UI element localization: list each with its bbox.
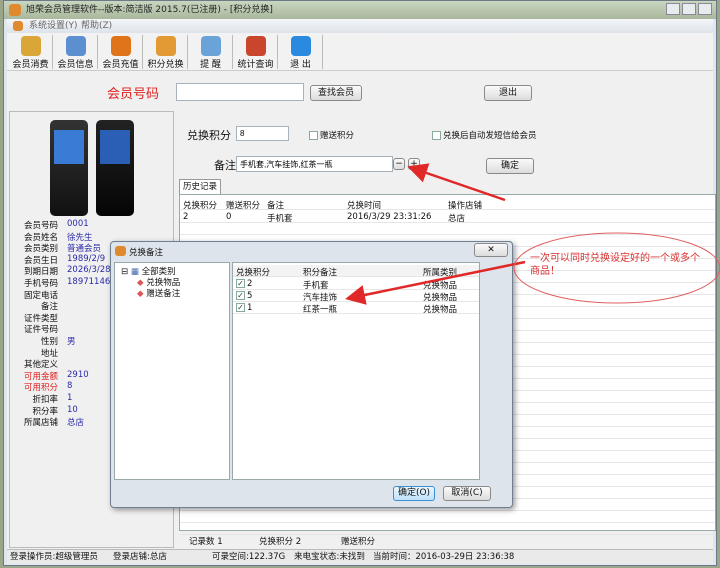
annotation-text: 一次可以同时兑换设定好的一个或多个商品！ bbox=[530, 253, 700, 277]
annotation-arrow bbox=[345, 260, 526, 305]
annotation-arrow bbox=[407, 163, 506, 202]
annotation-overlay bbox=[345, 163, 720, 305]
